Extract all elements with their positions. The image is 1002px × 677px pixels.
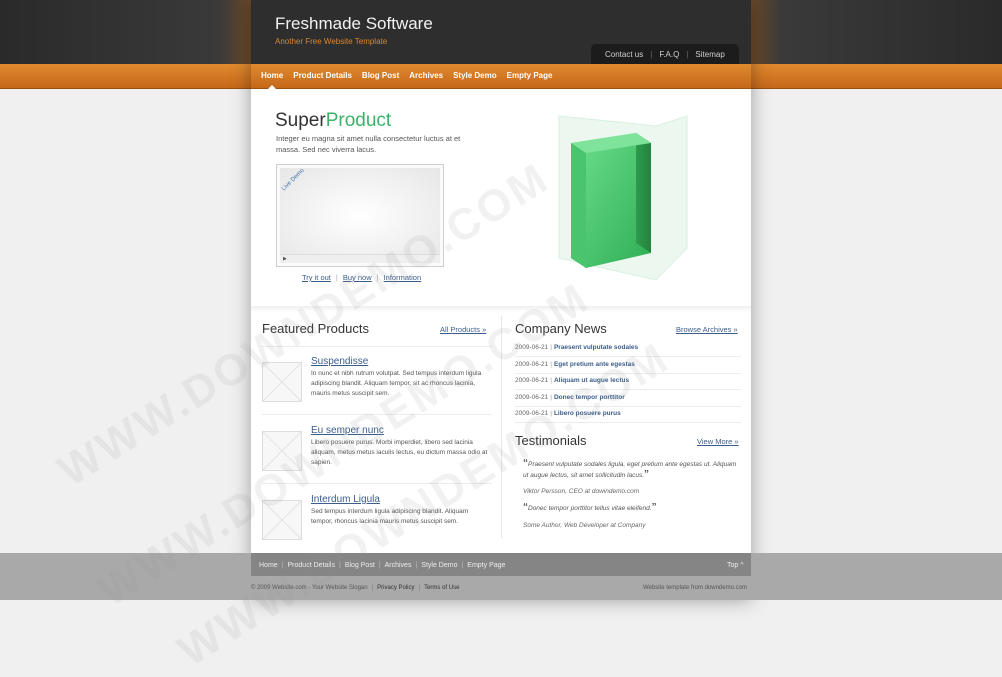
back-to-top-link[interactable]: Top ^	[727, 562, 744, 569]
site-title[interactable]: Freshmade Software	[275, 14, 433, 34]
testimonial-text: Praesent vulputate sodales ligula, eget …	[523, 461, 737, 479]
play-icon[interactable]: ▶	[283, 256, 287, 262]
hero-title: SuperProduct	[275, 110, 391, 132]
privacy-policy-link[interactable]: Privacy Policy	[377, 585, 414, 591]
news-date: 2009-06-21	[515, 377, 549, 384]
nav-item-empty-page[interactable]: Empty Page	[507, 64, 553, 88]
nav-item-product-details[interactable]: Product Details	[293, 64, 352, 88]
testimonial-quote: “Praesent vulputate sodales ligula, eget…	[523, 459, 737, 481]
footer-link-archives[interactable]: Archives	[385, 562, 412, 569]
main-nav: Home Product Details Blog Post Archives …	[251, 64, 751, 89]
hero-title-part1: Super	[275, 110, 326, 131]
nav-item-archives[interactable]: Archives	[409, 64, 443, 88]
sitemap-link[interactable]: Sitemap	[695, 50, 724, 59]
faq-link[interactable]: F.A.Q	[659, 50, 679, 59]
hero-text: Integer eu magna sit amet nulla consecte…	[276, 134, 461, 154]
nav-item-home[interactable]: Home	[261, 64, 283, 89]
product-title[interactable]: Suspendisse	[311, 356, 368, 367]
footer-link-style-demo[interactable]: Style Demo	[421, 562, 457, 569]
product-title[interactable]: Interdum Ligula	[311, 494, 380, 505]
contact-us-link[interactable]: Contact us	[605, 50, 643, 59]
site-subtitle: Another Free Website Template	[275, 37, 388, 46]
quote-close-icon: ”	[644, 469, 650, 480]
view-more-link[interactable]: View More »	[697, 437, 739, 446]
quote-close-icon: ”	[651, 502, 657, 513]
testimonial-text: Donec tempor porttitor tellus vitae elei…	[528, 505, 652, 512]
testimonial-author: Some Author, Web Developer at Company	[523, 522, 646, 529]
product-box-image	[558, 115, 688, 281]
nav-item-style-demo[interactable]: Style Demo	[453, 64, 497, 88]
template-credit: Website template from downdemo.com	[643, 585, 747, 591]
terms-of-use-link[interactable]: Terms of Use	[424, 585, 459, 591]
testimonial-quote: “Donec tempor porttitor tellus vitae ele…	[523, 503, 737, 514]
hero-title-part2: Product	[325, 110, 392, 131]
top-links: Contact us | F.A.Q | Sitemap	[591, 44, 739, 64]
testimonial-author: Viktor Persson, CEO at dowindemo.com	[523, 488, 640, 495]
browse-archives-link[interactable]: Browse Archives »	[676, 325, 738, 334]
footer-link-empty-page[interactable]: Empty Page	[467, 562, 505, 569]
nav-item-blog-post[interactable]: Blog Post	[362, 64, 399, 88]
